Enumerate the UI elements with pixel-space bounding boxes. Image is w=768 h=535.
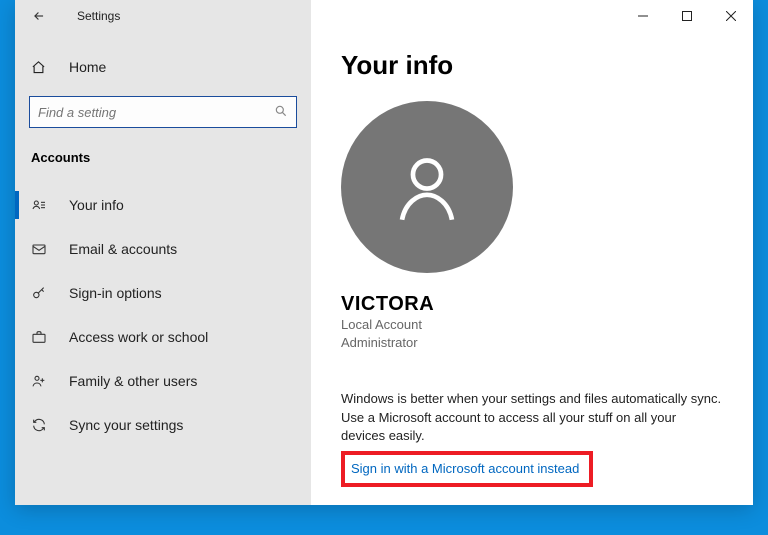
account-type: Local Account [341, 316, 723, 334]
user-card-icon [31, 197, 51, 213]
avatar [341, 101, 513, 273]
search-input[interactable] [38, 105, 274, 120]
description-text: Windows is better when your settings and… [341, 390, 723, 445]
highlight-box: Sign in with a Microsoft account instead [341, 451, 593, 487]
username: VICTORA [341, 293, 723, 316]
family-icon [31, 373, 51, 389]
search-icon [274, 104, 288, 121]
home-icon [31, 60, 51, 75]
sidebar-item-label: Family & other users [69, 373, 197, 389]
sync-icon [31, 417, 51, 433]
page-title: Your info [341, 50, 723, 81]
key-icon [31, 285, 51, 301]
settings-window: Settings Home Accounts Your info [15, 0, 753, 505]
sidebar: Settings Home Accounts Your info [15, 0, 311, 505]
home-nav[interactable]: Home [15, 48, 311, 86]
close-icon [726, 11, 736, 21]
maximize-button[interactable] [665, 0, 709, 32]
back-button[interactable] [23, 0, 55, 32]
sidebar-item-family[interactable]: Family & other users [15, 361, 311, 401]
search-box[interactable] [29, 96, 297, 128]
sidebar-item-label: Access work or school [69, 329, 208, 345]
sidebar-item-label: Sign-in options [69, 285, 162, 301]
arrow-left-icon [32, 9, 46, 23]
mail-icon [31, 241, 51, 257]
home-label: Home [69, 59, 106, 75]
sidebar-item-your-info[interactable]: Your info [15, 185, 311, 225]
briefcase-icon [31, 329, 51, 345]
window-title: Settings [77, 9, 120, 23]
nav-list: Your info Email & accounts Sign-in optio… [15, 185, 311, 449]
sidebar-item-email[interactable]: Email & accounts [15, 229, 311, 269]
user-icon [388, 148, 466, 226]
sidebar-item-label: Your info [69, 197, 124, 213]
minimize-button[interactable] [621, 0, 665, 32]
account-role: Administrator [341, 334, 723, 352]
titlebar-left: Settings [15, 0, 311, 32]
minimize-icon [638, 11, 648, 21]
window-controls [311, 0, 753, 32]
sidebar-item-label: Sync your settings [69, 417, 183, 433]
close-button[interactable] [709, 0, 753, 32]
sidebar-item-label: Email & accounts [69, 241, 177, 257]
sidebar-item-signin[interactable]: Sign-in options [15, 273, 311, 313]
signin-microsoft-link[interactable]: Sign in with a Microsoft account instead [351, 461, 579, 476]
content-inner: Your info VICTORA Local Account Administ… [311, 32, 753, 487]
maximize-icon [682, 11, 692, 21]
content-area: Your info VICTORA Local Account Administ… [311, 0, 753, 505]
search-container [29, 96, 297, 128]
sidebar-item-sync[interactable]: Sync your settings [15, 405, 311, 445]
sidebar-item-work[interactable]: Access work or school [15, 317, 311, 357]
section-title: Accounts [31, 150, 311, 165]
